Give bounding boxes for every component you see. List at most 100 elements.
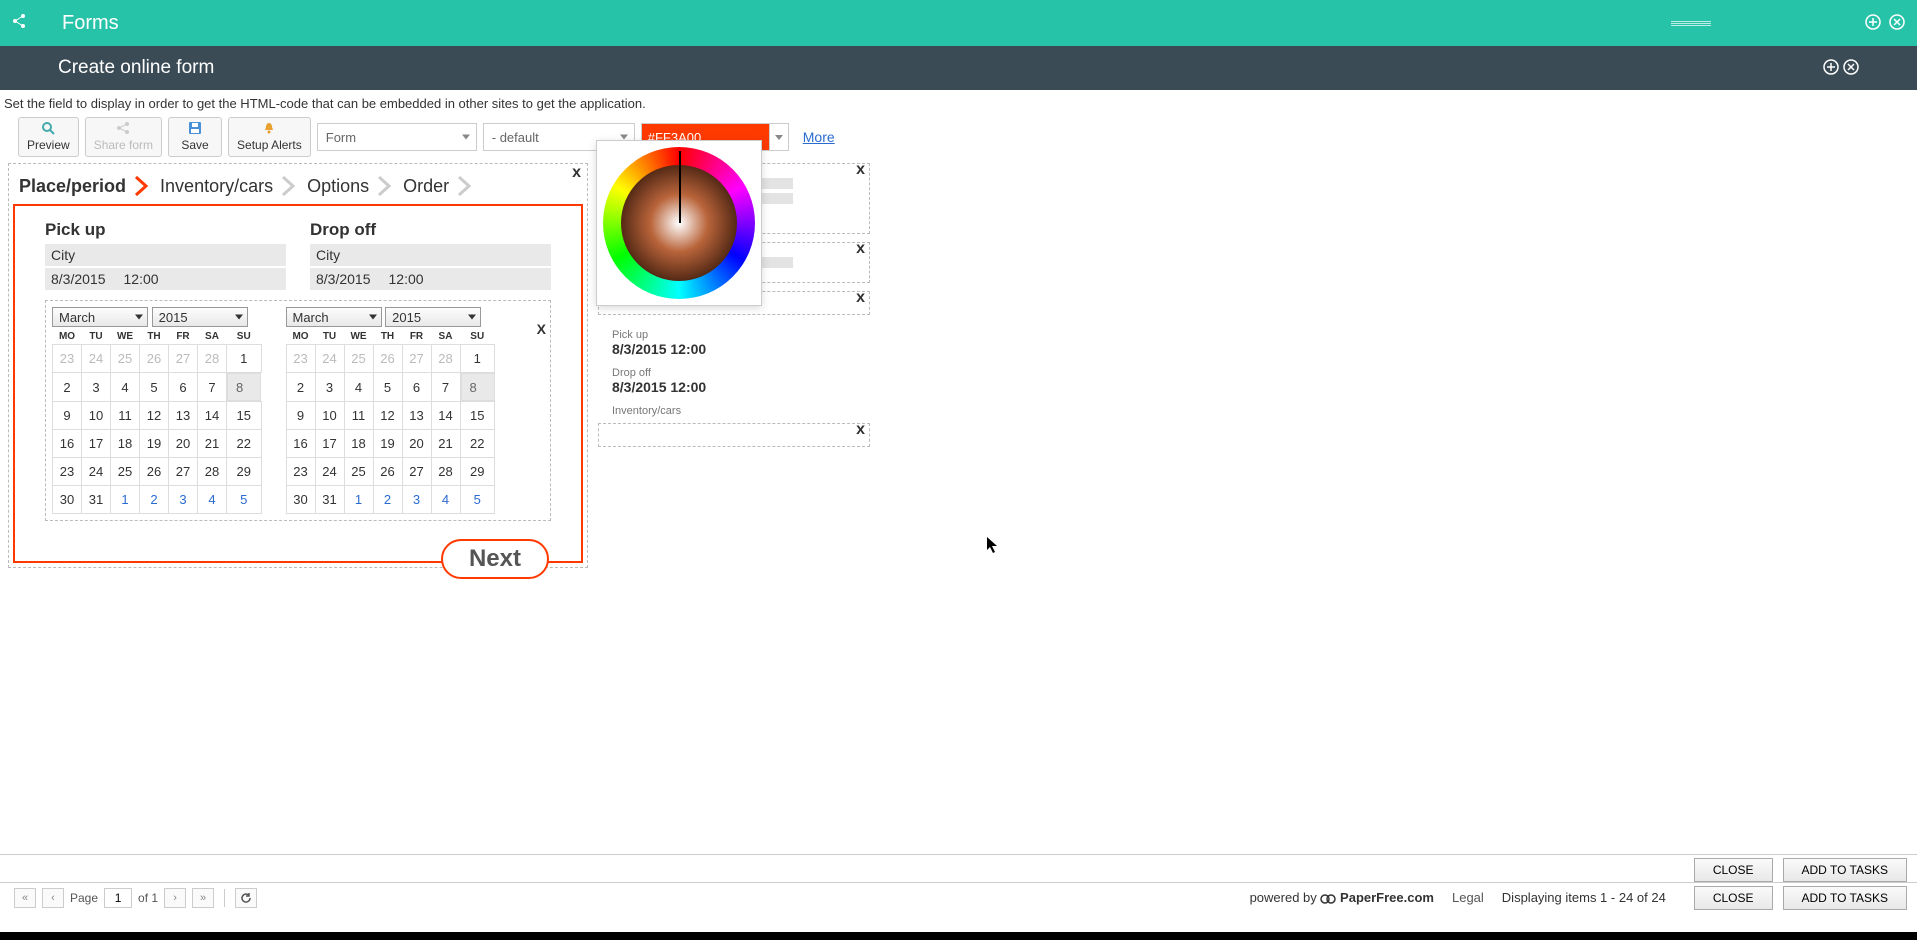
calendar-day[interactable]: 24 (315, 458, 344, 486)
close-x-icon[interactable]: X (537, 321, 546, 337)
calendar-day[interactable]: 3 (315, 373, 344, 402)
next-button[interactable]: Next (441, 539, 549, 579)
page-input[interactable] (104, 888, 132, 908)
calendar-day[interactable]: 2 (286, 373, 315, 402)
close-x-icon[interactable]: x (856, 240, 865, 258)
calendar-day[interactable]: 5 (227, 486, 262, 514)
add-to-tasks-button[interactable]: ADD TO TASKS (1783, 858, 1907, 882)
calendar-day[interactable]: 3 (402, 486, 431, 514)
next-page-button[interactable]: › (164, 888, 186, 908)
tab-order[interactable]: Order (397, 176, 455, 197)
calendar-day[interactable]: 25 (111, 458, 140, 486)
calendar-day[interactable]: 28 (431, 345, 460, 373)
calendar-day[interactable]: 8 (461, 373, 495, 401)
color-dropdown-button[interactable] (769, 123, 789, 151)
calendar-day[interactable]: 14 (431, 402, 460, 430)
calendar-day[interactable]: 28 (431, 458, 460, 486)
calendar-day[interactable]: 5 (140, 373, 169, 402)
close-x-icon[interactable]: x (856, 421, 865, 439)
calendar-day[interactable]: 11 (344, 402, 373, 430)
calendar-day[interactable]: 25 (344, 458, 373, 486)
calendar-day[interactable]: 1 (227, 345, 262, 373)
close-icon[interactable] (1843, 59, 1859, 75)
calendar-day[interactable]: 15 (460, 402, 495, 430)
preview-button[interactable]: Preview (18, 117, 79, 157)
calendar-day[interactable]: 20 (169, 430, 198, 458)
calendar-day[interactable]: 24 (315, 345, 344, 373)
calendar-day[interactable]: 9 (286, 402, 315, 430)
calendar-day[interactable]: 31 (82, 486, 111, 514)
tab-inventory[interactable]: Inventory/cars (154, 176, 279, 197)
calendar-day[interactable]: 2 (53, 373, 82, 402)
calendar-day[interactable]: 27 (169, 345, 198, 373)
calendar-day[interactable]: 13 (169, 402, 198, 430)
calendar-day[interactable]: 19 (140, 430, 169, 458)
calendar-day[interactable]: 29 (460, 458, 495, 486)
year-select[interactable]: 2015 (385, 307, 481, 327)
calendar-day[interactable]: 24 (82, 345, 111, 373)
prev-page-button[interactable]: ‹ (42, 888, 64, 908)
calendar-day[interactable]: 17 (315, 430, 344, 458)
calendar-day[interactable]: 11 (111, 402, 140, 430)
tab-place-period[interactable]: Place/period (13, 176, 132, 197)
calendar-day[interactable]: 27 (402, 458, 431, 486)
calendar-day[interactable]: 14 (198, 402, 227, 430)
calendar-day[interactable]: 10 (82, 402, 111, 430)
calendar-day[interactable]: 27 (402, 345, 431, 373)
calendar-day[interactable]: 18 (344, 430, 373, 458)
pickup-datetime[interactable]: 8/3/2015 12:00 (45, 268, 286, 290)
calendar-day[interactable]: 2 (140, 486, 169, 514)
calendar-day[interactable]: 13 (402, 402, 431, 430)
calendar-day[interactable]: 16 (286, 430, 315, 458)
calendar-day[interactable]: 5 (373, 373, 402, 402)
add-to-tasks-button[interactable]: ADD TO TASKS (1783, 886, 1907, 910)
close-button[interactable]: CLOSE (1694, 858, 1773, 882)
calendar-day[interactable]: 7 (431, 373, 460, 402)
month-select[interactable]: March (286, 307, 382, 327)
close-x-icon[interactable]: x (572, 164, 581, 182)
calendar-day[interactable]: 1 (344, 486, 373, 514)
form-select[interactable]: Form (317, 123, 477, 151)
calendar-day[interactable]: 12 (140, 402, 169, 430)
calendar-day[interactable]: 25 (111, 345, 140, 373)
calendar-day[interactable]: 22 (227, 430, 262, 458)
dropoff-datetime[interactable]: 8/3/2015 12:00 (310, 268, 551, 290)
calendar-day[interactable]: 7 (198, 373, 227, 402)
calendar-day[interactable]: 4 (111, 373, 140, 402)
setup-alerts-button[interactable]: Setup Alerts (228, 117, 311, 157)
calendar-day[interactable]: 4 (344, 373, 373, 402)
pickup-city-input[interactable]: City (45, 244, 286, 266)
calendar-day[interactable]: 9 (53, 402, 82, 430)
calendar-day[interactable]: 23 (53, 345, 82, 373)
calendar-day[interactable]: 26 (140, 345, 169, 373)
calendar-day[interactable]: 19 (373, 430, 402, 458)
calendar-day[interactable]: 24 (82, 458, 111, 486)
calendar-day[interactable]: 15 (227, 402, 262, 430)
save-button[interactable]: Save (168, 117, 222, 157)
first-page-button[interactable]: « (14, 888, 36, 908)
calendar-day[interactable]: 23 (286, 345, 315, 373)
calendar-day[interactable]: 30 (53, 486, 82, 514)
calendar-day[interactable]: 5 (460, 486, 495, 514)
calendar-day[interactable]: 3 (169, 486, 198, 514)
calendar-day[interactable]: 25 (344, 345, 373, 373)
calendar-day[interactable]: 10 (315, 402, 344, 430)
color-picker-popup[interactable] (596, 140, 762, 306)
share-form-button[interactable]: Share form (85, 117, 162, 157)
calendar-day[interactable]: 31 (315, 486, 344, 514)
calendar-day[interactable]: 8 (227, 373, 261, 401)
drag-handle-icon[interactable] (1671, 20, 1711, 26)
close-x-icon[interactable]: x (856, 161, 865, 179)
calendar-day[interactable]: 26 (140, 458, 169, 486)
calendar-day[interactable]: 6 (169, 373, 198, 402)
calendar-day[interactable]: 23 (53, 458, 82, 486)
calendar-day[interactable]: 20 (402, 430, 431, 458)
calendar-day[interactable]: 12 (373, 402, 402, 430)
calendar-day[interactable]: 29 (227, 458, 262, 486)
calendar-day[interactable]: 6 (402, 373, 431, 402)
more-link[interactable]: More (803, 129, 835, 145)
calendar-day[interactable]: 1 (460, 345, 495, 373)
calendar-day[interactable]: 17 (82, 430, 111, 458)
tab-options[interactable]: Options (301, 176, 375, 197)
add-icon[interactable] (1823, 59, 1839, 75)
